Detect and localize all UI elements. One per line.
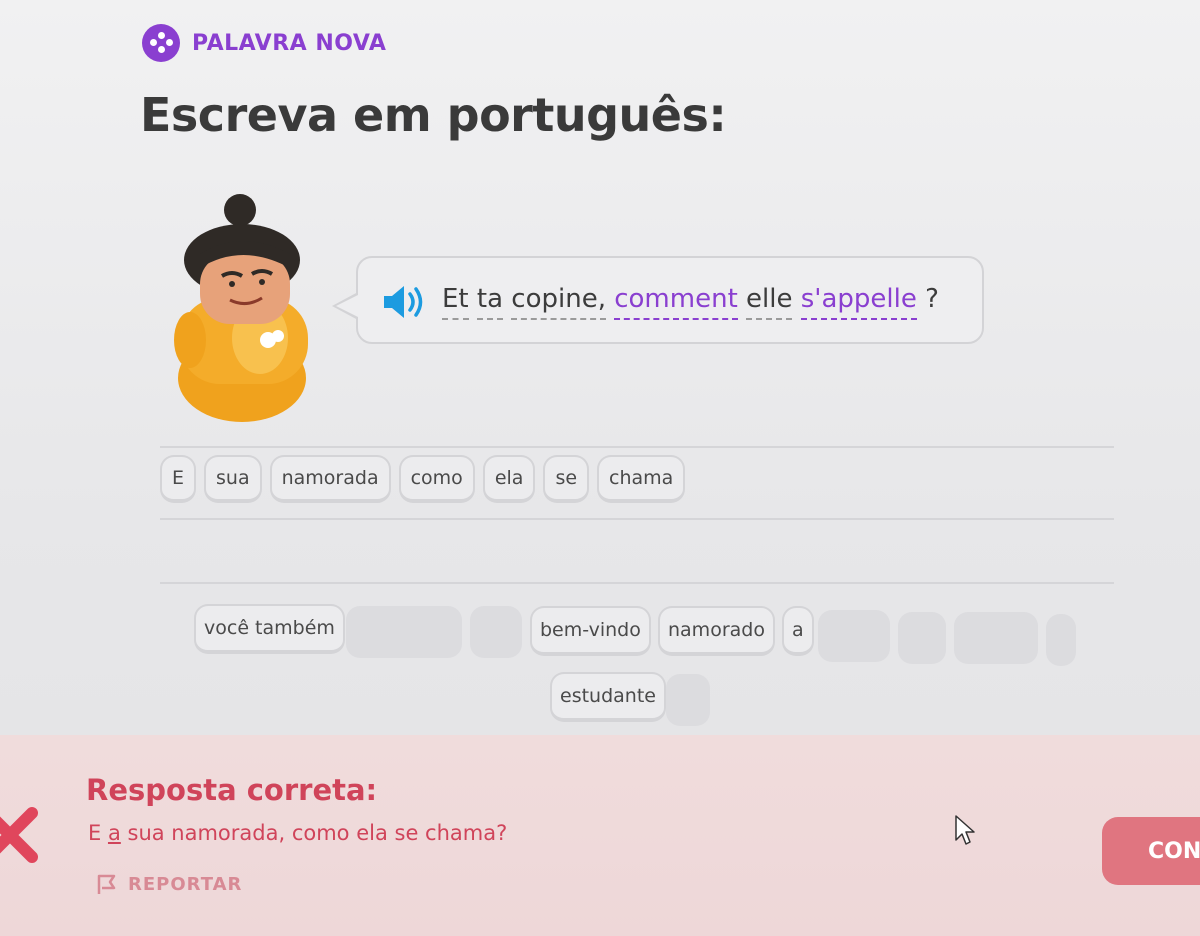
speech-bubble: Et ta copine, comment elle s'appelle ? bbox=[356, 256, 984, 344]
answer-chip[interactable]: namorada bbox=[269, 455, 391, 503]
word-bank-chip[interactable]: bem-vindo bbox=[530, 606, 651, 656]
prompt-word[interactable]: copine, bbox=[511, 284, 606, 320]
incorrect-x-icon bbox=[0, 807, 38, 863]
answer-chip[interactable]: ela bbox=[482, 455, 536, 503]
word-bank-slot-empty bbox=[954, 612, 1038, 664]
answer-marked-word: a bbox=[107, 821, 121, 845]
answer-pre: E bbox=[88, 821, 108, 845]
word-bank-slot-empty bbox=[346, 606, 462, 658]
answer-post: sua namorada, como ela se chama? bbox=[120, 821, 508, 845]
answer-line bbox=[160, 446, 1114, 448]
word-bank-slot-empty bbox=[666, 674, 710, 726]
word-bank-slot-empty bbox=[818, 610, 890, 662]
sparkle-icon bbox=[142, 24, 180, 62]
answer-chip[interactable]: E bbox=[160, 455, 197, 503]
word-bank-slot-empty bbox=[898, 612, 946, 664]
lesson-page: PALAVRA NOVA Escreva em português: Et ta… bbox=[0, 0, 1200, 936]
report-button[interactable]: REPORTAR bbox=[96, 873, 242, 895]
prompt-word[interactable]: ta bbox=[476, 284, 504, 320]
word-bank-chip[interactable]: a bbox=[782, 606, 814, 656]
badge-label: PALAVRA NOVA bbox=[192, 30, 387, 56]
word-bank-chip[interactable]: estudante bbox=[550, 672, 666, 722]
answer-chip[interactable]: sua bbox=[204, 455, 262, 503]
correct-answer-text: E a sua namorada, como ela se chama? bbox=[88, 821, 507, 845]
mouse-cursor-icon bbox=[955, 815, 975, 845]
prompt-word-new[interactable]: comment bbox=[614, 284, 738, 320]
speaker-icon[interactable] bbox=[382, 282, 426, 322]
answer-row: E sua namorada como ela se chama bbox=[160, 455, 686, 503]
report-label: REPORTAR bbox=[128, 873, 243, 895]
new-word-badge: PALAVRA NOVA bbox=[142, 24, 386, 62]
feedback-heading: Resposta correta: bbox=[86, 773, 378, 807]
answer-chip[interactable]: se bbox=[543, 455, 590, 503]
answer-line bbox=[160, 582, 1114, 584]
word-bank-chip[interactable]: namorado bbox=[658, 606, 775, 656]
word-bank-slot-empty bbox=[1046, 614, 1076, 666]
character-illustration bbox=[174, 194, 308, 422]
prompt-sentence: Et ta copine, comment elle s'appelle ? bbox=[442, 284, 939, 320]
bubble-tail-inner bbox=[336, 295, 358, 317]
prompt-word[interactable]: Et bbox=[442, 284, 469, 320]
word-bank-slot-empty bbox=[470, 606, 522, 658]
answer-chip[interactable]: como bbox=[398, 455, 475, 503]
feedback-footer: Resposta correta: E a sua namorada, como… bbox=[0, 735, 1200, 936]
word-bank-chip[interactable]: você também bbox=[194, 604, 345, 654]
prompt-word-new[interactable]: s'appelle bbox=[800, 284, 917, 320]
answer-line bbox=[160, 518, 1114, 520]
answer-chip[interactable]: chama bbox=[597, 455, 686, 503]
flag-icon bbox=[97, 874, 116, 894]
prompt-punctuation: ? bbox=[925, 284, 939, 314]
prompt-word[interactable]: elle bbox=[746, 284, 793, 320]
continue-button[interactable]: CON bbox=[1102, 817, 1200, 885]
page-title: Escreva em português: bbox=[140, 88, 727, 142]
